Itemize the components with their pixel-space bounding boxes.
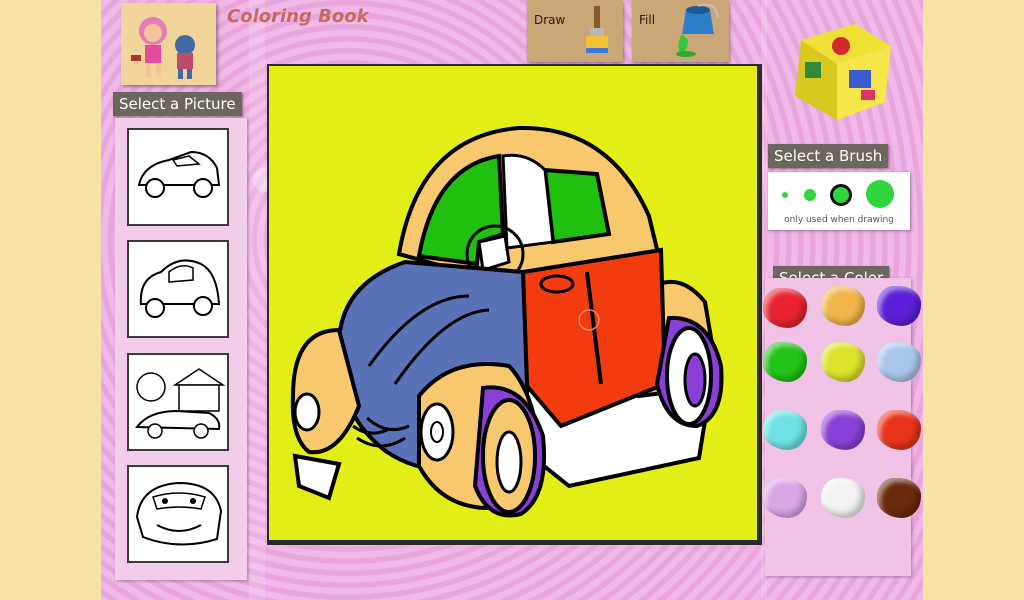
color-swatch-brown[interactable] <box>877 478 921 518</box>
color-swatch-yellow[interactable] <box>821 342 865 382</box>
fill-tool-button[interactable]: Fill <box>632 0 729 62</box>
draw-tool-button[interactable]: Draw <box>527 0 623 62</box>
brush-note: only used when drawing <box>784 215 894 225</box>
brush-picker: only used when drawing <box>768 172 910 230</box>
select-picture-heading: Select a Picture <box>113 92 242 116</box>
brush-size-small[interactable] <box>782 192 788 198</box>
color-swatch-green[interactable] <box>763 342 807 382</box>
beetle-car-outline <box>139 259 221 318</box>
characters-illustration <box>121 3 216 85</box>
color-swatch-white[interactable] <box>821 478 865 518</box>
color-swatch-red[interactable] <box>763 288 807 328</box>
color-swatch-violet[interactable] <box>877 286 921 326</box>
draw-label: Draw <box>534 13 566 27</box>
house-and-car-outline <box>135 368 226 439</box>
brush-size-medium[interactable] <box>804 189 816 201</box>
cartoon-car-outline <box>135 481 223 546</box>
color-swatch-purple[interactable] <box>821 410 865 450</box>
color-swatch-orange[interactable] <box>821 286 865 326</box>
wallpaper-strip <box>249 0 265 600</box>
picture-thumbnail-cartoon-car[interactable] <box>127 465 229 563</box>
brush-size-extra-large[interactable] <box>866 180 894 208</box>
color-swatch-orange-red[interactable] <box>877 410 921 450</box>
toy-cube-logo <box>795 24 891 120</box>
coloring-book-app: Coloring Book Draw Fill Select a Picture… <box>101 0 923 600</box>
app-title: Coloring Book <box>227 6 369 27</box>
paintbrush-icon <box>586 6 608 53</box>
brush-size-large-selected[interactable] <box>830 184 852 206</box>
color-swatch-lavender[interactable] <box>763 478 807 518</box>
color-palette <box>763 278 921 576</box>
paint-bucket-icon <box>676 4 719 57</box>
canvas-frame <box>267 64 762 545</box>
picture-thumbnail-beetle-car[interactable] <box>127 240 229 338</box>
fill-label: Fill <box>639 13 656 27</box>
picture-thumbnail-sports-car[interactable] <box>127 128 229 226</box>
color-swatch-cyan[interactable] <box>763 410 807 450</box>
sports-car-outline <box>137 150 221 198</box>
select-brush-heading: Select a Brush <box>768 144 889 168</box>
beetle-car-picture <box>290 125 724 518</box>
picture-list <box>115 118 247 580</box>
drawing-canvas[interactable] <box>269 66 757 540</box>
picture-thumbnail-house-car[interactable] <box>127 353 229 451</box>
color-swatch-light-blue[interactable] <box>877 342 921 382</box>
character-thumbnail <box>121 3 216 85</box>
